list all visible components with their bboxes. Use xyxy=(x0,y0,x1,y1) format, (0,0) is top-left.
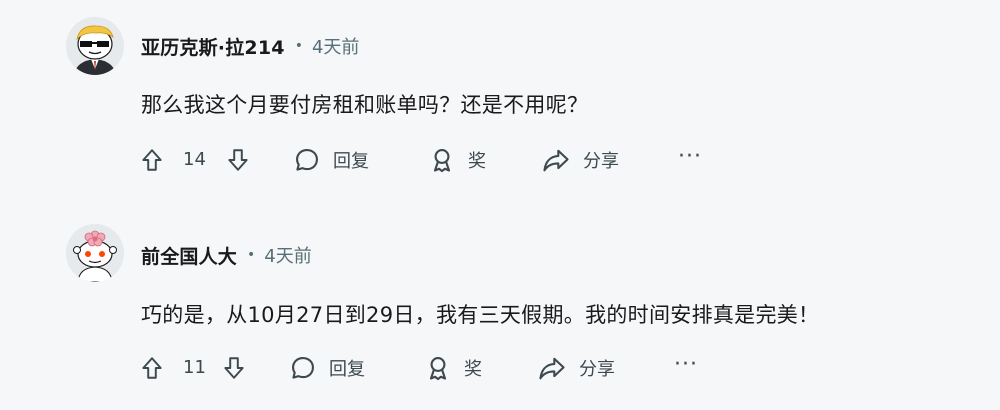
reply-button[interactable]: 回复 xyxy=(289,350,365,386)
comment-meta: 前全国人大 • 4天前 xyxy=(141,240,312,270)
upvote-button[interactable] xyxy=(137,353,167,383)
downvote-button[interactable] xyxy=(219,353,249,383)
award-icon xyxy=(429,357,447,381)
reply-label: 回复 xyxy=(333,151,369,172)
share-button[interactable]: 分享 xyxy=(541,142,619,178)
downvote-button[interactable] xyxy=(223,145,253,175)
comment-body: 那么我这个月要付房租和账单吗？还是不用呢？ xyxy=(141,93,589,117)
upvote-arrow-icon xyxy=(142,357,162,379)
downvote-arrow-icon xyxy=(228,149,248,171)
upvote-button[interactable] xyxy=(137,145,167,175)
downvote-arrow-icon xyxy=(224,357,244,379)
upvote-arrow-icon xyxy=(142,149,162,171)
award-button[interactable]: 奖 xyxy=(424,350,482,386)
award-icon xyxy=(433,149,451,173)
avatar-snoo-flower-icon xyxy=(66,224,124,282)
award-label: 奖 xyxy=(468,151,486,172)
share-arrow-icon xyxy=(543,149,569,172)
comment-actions: 14 回复 奖 分享 ··· xyxy=(137,142,737,178)
share-label: 分享 xyxy=(579,359,615,380)
comment-actions: 11 回复 奖 分享 ··· xyxy=(137,350,737,386)
meta-separator: • xyxy=(247,247,256,263)
comment: 亚历克斯·拉214 • 4天前 那么我这个月要付房租和账单吗？还是不用呢？ 14… xyxy=(0,0,1000,205)
vote-score: 14 xyxy=(183,149,206,170)
share-arrow-icon xyxy=(539,357,565,380)
reply-button[interactable]: 回复 xyxy=(293,142,369,178)
comment-body: 巧的是，从10月27日到29日，我有三天假期。我的时间安排真是完美！ xyxy=(141,303,820,327)
award-label: 奖 xyxy=(464,359,482,380)
comment-meta: 亚历克斯·拉214 • 4天前 xyxy=(141,31,359,61)
speech-bubble-icon xyxy=(296,149,318,171)
avatar-sunglasses-icon xyxy=(66,17,124,75)
timestamp[interactable]: 4天前 xyxy=(312,33,359,59)
timestamp[interactable]: 4天前 xyxy=(264,242,311,268)
avatar[interactable] xyxy=(66,17,124,75)
share-button[interactable]: 分享 xyxy=(537,350,615,386)
author-name[interactable]: 前全国人大 xyxy=(141,242,237,269)
reply-label: 回复 xyxy=(329,359,365,380)
vote-score: 11 xyxy=(183,357,206,378)
meta-separator: • xyxy=(294,38,303,54)
avatar[interactable] xyxy=(66,224,124,282)
author-name[interactable]: 亚历克斯·拉214 xyxy=(141,33,285,60)
share-label: 分享 xyxy=(583,151,619,172)
more-options-icon[interactable]: ··· xyxy=(674,350,698,386)
comment: 前全国人大 • 4天前 巧的是，从10月27日到29日，我有三天假期。我的时间安… xyxy=(0,205,1000,410)
speech-bubble-icon xyxy=(292,357,314,379)
more-options-icon[interactable]: ··· xyxy=(678,142,702,178)
award-button[interactable]: 奖 xyxy=(428,142,486,178)
